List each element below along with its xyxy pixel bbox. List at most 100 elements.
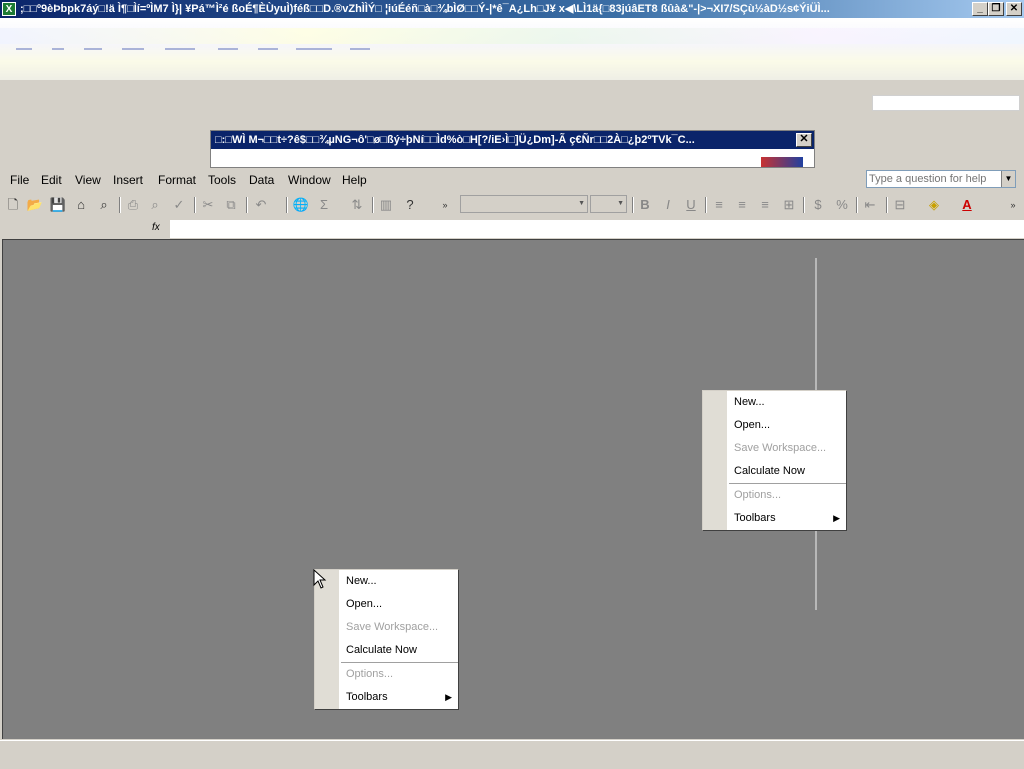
menu-item-toolbars[interactable]: Toolbars ▶ <box>315 686 458 709</box>
underline-icon[interactable]: U <box>682 196 700 214</box>
undo-icon[interactable]: ↶ <box>252 196 270 214</box>
menu-window[interactable]: Window <box>288 173 331 187</box>
hyperlink-icon[interactable]: 🌐 <box>292 196 310 214</box>
menu-item-label: New... <box>734 396 765 408</box>
window-title: ;□□º9èÞbpk7áý□!ä Ì¶□Ìí=ºÌM7 Ì}| ¥Pá™Ì²é … <box>20 3 830 15</box>
cut-icon[interactable]: ✂ <box>199 196 217 214</box>
menu-item-options: Options... <box>315 663 458 686</box>
context-menu: New... Open... Save Workspace... Calcula… <box>314 569 459 710</box>
align-left-icon[interactable]: ≡ <box>710 196 728 214</box>
excel-icon[interactable]: X <box>2 2 16 16</box>
dialog-close-button[interactable]: ✕ <box>796 133 812 147</box>
toolbar-separator <box>886 197 888 213</box>
dialog-image <box>761 157 803 167</box>
menu-item-label: Toolbars <box>346 691 388 703</box>
menu-edit[interactable]: Edit <box>41 173 62 187</box>
menu-help[interactable]: Help <box>342 173 367 187</box>
bold-icon[interactable]: B <box>636 196 654 214</box>
fx-icon[interactable]: fx <box>152 222 160 233</box>
spelling-icon[interactable]: ✓ <box>170 196 188 214</box>
menu-item-toolbars[interactable]: Toolbars ▶ <box>703 507 846 530</box>
menu-format[interactable]: Format <box>158 173 196 187</box>
italic-icon[interactable]: I <box>659 196 677 214</box>
menu-tools[interactable]: Tools <box>208 173 236 187</box>
chart-wizard-icon[interactable]: ▥ <box>377 196 395 214</box>
toolbar-separator <box>856 197 858 213</box>
status-bar <box>0 740 1024 769</box>
dialog-title-bar[interactable]: □:□WÌ M¬□□t÷?ê$□□¾µNG¬ô'□ø□ßý÷þNí□□Ìd%ò□… <box>211 131 814 149</box>
help-icon[interactable]: ? <box>401 196 419 214</box>
artifact-stripe <box>0 28 1024 44</box>
artifact-mark <box>84 48 102 50</box>
menu-item-label: Options... <box>346 668 394 680</box>
artifact-mark <box>52 48 64 50</box>
save-icon[interactable]: 💾 <box>49 196 67 214</box>
menu-item-options: Options... <box>703 484 846 507</box>
permission-icon[interactable]: ⌂ <box>72 196 90 214</box>
chevron-down-icon[interactable]: ▼ <box>1001 171 1015 187</box>
menu-view[interactable]: View <box>75 173 101 187</box>
menu-item-label: Save Workspace... <box>346 621 439 633</box>
menu-item-open[interactable]: Open... <box>315 593 458 616</box>
help-search-input[interactable] <box>869 172 997 186</box>
toolbar-options-icon[interactable]: » <box>1004 196 1022 214</box>
minimize-button[interactable]: _ <box>972 2 988 16</box>
fill-color-icon[interactable]: ◈ <box>925 196 943 214</box>
toolbar-separator <box>286 197 288 213</box>
sort-icon[interactable]: ⇅ <box>348 196 366 214</box>
menu-item-label: Open... <box>734 419 771 431</box>
menu-file[interactable]: File <box>10 173 29 187</box>
new-icon[interactable]: 🗋 <box>4 196 22 214</box>
menu-item-calculate-now[interactable]: Calculate Now <box>315 639 458 662</box>
menu-item-calculate-now[interactable]: Calculate Now <box>703 460 846 483</box>
currency-icon[interactable]: $ <box>809 196 827 214</box>
borders-icon[interactable]: ⊟ <box>891 196 909 214</box>
decrease-indent-icon[interactable]: ⇤ <box>861 196 879 214</box>
menu-item-label: Calculate Now <box>734 465 805 477</box>
toolbar-separator <box>705 197 707 213</box>
artifact-mark <box>165 48 195 50</box>
toolbar-separator <box>372 197 374 213</box>
menu-item-new[interactable]: New... <box>703 391 846 414</box>
menu-item-label: Toolbars <box>734 512 776 524</box>
percent-icon[interactable]: % <box>833 196 851 214</box>
print-preview-icon[interactable]: ⌕ <box>146 196 164 214</box>
menu-item-label: Options... <box>734 489 782 501</box>
application-workspace[interactable] <box>2 239 1024 739</box>
menu-item-label: Save Workspace... <box>734 442 827 454</box>
menu-item-label: Calculate Now <box>346 644 417 656</box>
font-color-icon[interactable]: A <box>958 196 976 214</box>
align-center-icon[interactable]: ≡ <box>733 196 751 214</box>
context-menu: New... Open... Save Workspace... Calcula… <box>702 390 847 531</box>
toolbar-separator <box>194 197 196 213</box>
print-icon[interactable]: ⎙ <box>124 196 142 214</box>
menu-data[interactable]: Data <box>249 173 274 187</box>
formula-bar[interactable] <box>170 220 1024 238</box>
standard-formatting-toolbar: 🗋 📂 💾 ⌂ ⌕ ⎙ ⌕ ✓ ✂ ⧉ ↶ 🌐 Σ ⇅ ▥ ? » ▼ ▼ B … <box>0 192 1024 218</box>
menu-item-open[interactable]: Open... <box>703 414 846 437</box>
restore-button[interactable]: ❐ <box>988 2 1004 16</box>
redraw-artifact-region <box>0 18 1024 80</box>
toolbar-options-icon[interactable]: » <box>436 196 454 214</box>
open-icon[interactable]: 📂 <box>26 196 44 214</box>
submenu-arrow-icon: ▶ <box>445 692 452 702</box>
artifact-mark <box>16 48 32 50</box>
submenu-arrow-icon: ▶ <box>833 513 840 523</box>
merge-icon[interactable]: ⊞ <box>780 196 798 214</box>
font-size-combo[interactable]: ▼ <box>590 195 627 213</box>
align-right-icon[interactable]: ≡ <box>756 196 774 214</box>
copy-icon[interactable]: ⧉ <box>222 196 240 214</box>
print-preview-icon[interactable]: ⌕ <box>95 196 113 214</box>
help-search-box[interactable]: ▼ <box>866 170 1016 188</box>
menu-item-new[interactable]: New... <box>315 570 458 593</box>
menu-insert[interactable]: Insert <box>113 173 143 187</box>
dialog-fragment[interactable]: □:□WÌ M¬□□t÷?ê$□□¾µNG¬ô'□ø□ßý÷þNí□□Ìd%ò□… <box>210 130 815 168</box>
artifact-mark <box>350 48 370 50</box>
title-bar[interactable]: X ;□□º9èÞbpk7áý□!ä Ì¶□Ìí=ºÌM7 Ì}| ¥Pá™Ì²… <box>0 0 1024 18</box>
toolbar-separator <box>119 197 121 213</box>
close-button[interactable]: ✕ <box>1006 2 1022 16</box>
menu-item-save-workspace: Save Workspace... <box>315 616 458 639</box>
font-name-combo[interactable]: ▼ <box>460 195 588 213</box>
autosum-icon[interactable]: Σ <box>315 196 333 214</box>
artifact-mark <box>218 48 238 50</box>
